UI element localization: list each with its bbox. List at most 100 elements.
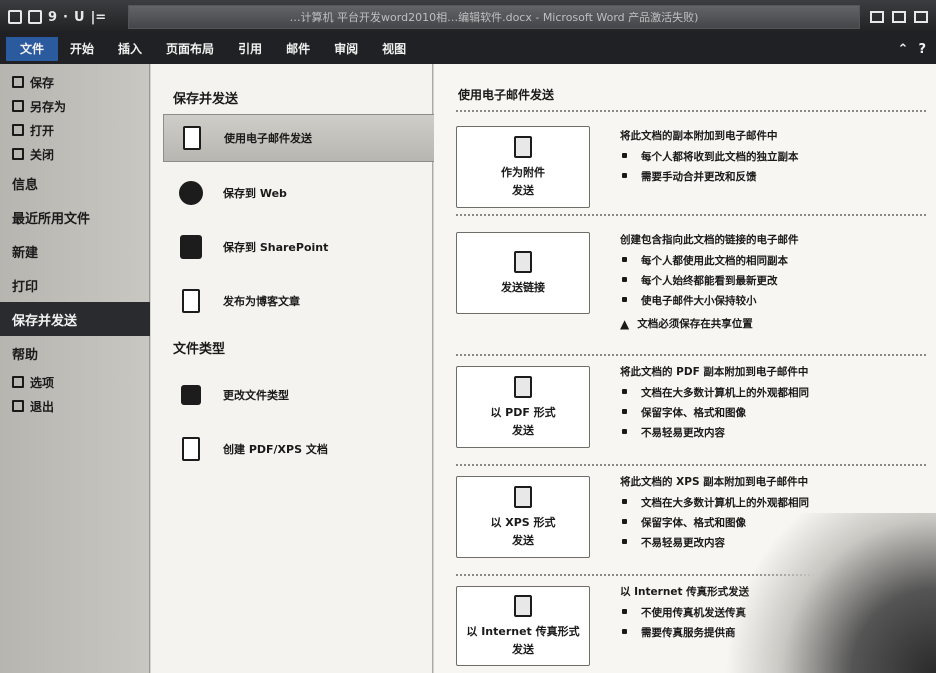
- maximize-icon[interactable]: [892, 11, 906, 23]
- tab-file[interactable]: 文件: [6, 37, 59, 61]
- send-as-fax-button[interactable]: 以 Internet 传真形式 发送: [456, 586, 590, 666]
- bullet: 保留字体、格式和图像: [622, 515, 926, 530]
- bullet: 每个人始终都能看到最新更改: [622, 273, 926, 288]
- send-option-attachment: 作为附件 发送 将此文档的副本附加到电子邮件中 每个人都将收到此文档的独立副本 …: [456, 110, 926, 208]
- redo-icon[interactable]: U: [74, 10, 85, 25]
- option-save-to-web-label: 保存到 Web: [223, 187, 287, 200]
- word-app-icon[interactable]: [8, 10, 22, 24]
- pdf-lead: 将此文档的 PDF 副本附加到电子邮件中: [620, 366, 809, 378]
- send-option-pdf: 以 PDF 形式 发送 将此文档的 PDF 副本附加到电子邮件中 文档在大多数计…: [456, 354, 926, 448]
- bullet-text: 使电子邮件大小保持较小: [641, 295, 757, 307]
- option-publish-blog[interactable]: 发布为博客文章: [151, 274, 432, 328]
- nav-save-and-send[interactable]: 保存并发送: [0, 302, 150, 336]
- section-title-file-types: 文件类型: [173, 342, 226, 357]
- help-icon[interactable]: ?: [918, 42, 926, 57]
- collapse-ribbon-icon[interactable]: ⌃: [898, 42, 909, 57]
- option-save-to-sharepoint-label: 保存到 SharePoint: [223, 241, 329, 254]
- bullet-text: 保留字体、格式和图像: [641, 517, 746, 529]
- nav-close-label: 关闭: [30, 147, 55, 162]
- send-link-button[interactable]: 发送链接: [456, 232, 590, 314]
- nav-save[interactable]: 保存: [0, 70, 149, 94]
- options-icon: [12, 376, 24, 388]
- save-icon[interactable]: [28, 10, 42, 24]
- fax-lead: 以 Internet 传真形式发送: [620, 586, 750, 598]
- pdf-description: 将此文档的 PDF 副本附加到电子邮件中 文档在大多数计算机上的外观都相同 保留…: [620, 364, 926, 445]
- separator-dot: ·: [63, 9, 68, 25]
- send-as-pdf-label-1: 以 PDF 形式: [490, 406, 556, 419]
- nav-open[interactable]: 打开: [0, 118, 149, 142]
- nav-recent[interactable]: 最近所用文件: [0, 200, 149, 234]
- bullet-text: 文档在大多数计算机上的外观都相同: [641, 387, 809, 399]
- option-send-email[interactable]: 使用电子邮件发送: [163, 114, 435, 162]
- bullet: 需要手动合并更改和反馈: [622, 169, 926, 184]
- save-as-icon: [12, 100, 24, 112]
- nav-save-as-label: 另存为: [30, 99, 67, 114]
- save-send-options-pane: 保存并发送 使用电子邮件发送 保存到 Web 保存到 SharePoint 发布…: [151, 64, 435, 673]
- nav-save-as[interactable]: 另存为: [0, 94, 149, 118]
- send-as-attachment-label-2: 发送: [512, 184, 534, 197]
- option-create-pdf-xps[interactable]: 创建 PDF/XPS 文档: [151, 422, 432, 476]
- save-icon: [12, 76, 24, 88]
- send-as-fax-label-2: 发送: [512, 643, 534, 656]
- option-save-to-web[interactable]: 保存到 Web: [151, 166, 432, 220]
- send-as-pdf-button[interactable]: 以 PDF 形式 发送: [456, 366, 590, 448]
- send-as-xps-button[interactable]: 以 XPS 形式 发送: [456, 476, 590, 558]
- customize-qat-icon[interactable]: |=: [91, 10, 107, 25]
- bullet-text: 每个人都将收到此文档的独立副本: [641, 151, 799, 163]
- nav-options-label: 选项: [30, 375, 55, 390]
- globe-icon: [177, 179, 205, 207]
- section-title-save-send: 保存并发送: [173, 92, 239, 107]
- nav-exit[interactable]: 退出: [0, 394, 149, 418]
- tab-page-layout[interactable]: 页面布局: [154, 37, 226, 61]
- send-option-link: 发送链接 创建包含指向此文档的链接的电子邮件 每个人都使用此文档的相同副本 每个…: [456, 214, 926, 331]
- bullet-text: 不易轻易更改内容: [641, 427, 725, 439]
- pdf-icon: [514, 376, 532, 398]
- option-save-to-sharepoint[interactable]: 保存到 SharePoint: [151, 220, 432, 274]
- fax-icon: [514, 595, 532, 617]
- option-change-file-type[interactable]: 更改文件类型: [151, 368, 432, 422]
- nav-print[interactable]: 打印: [0, 268, 149, 302]
- send-as-fax-label-1: 以 Internet 传真形式: [466, 625, 580, 638]
- bullet: 需要传真服务提供商: [622, 625, 926, 640]
- bullet-text: 需要传真服务提供商: [641, 627, 736, 639]
- window-title: …计算机 平台开发word2010相…编辑软件.docx - Microsoft…: [128, 5, 860, 29]
- bullet-text: 需要手动合并更改和反馈: [641, 171, 757, 183]
- tab-view[interactable]: 视图: [370, 37, 418, 61]
- warning-text: 文档必须保存在共享位置: [637, 318, 753, 330]
- nav-close[interactable]: 关闭: [0, 142, 149, 166]
- xps-description: 将此文档的 XPS 副本附加到电子邮件中 文档在大多数计算机上的外观都相同 保留…: [620, 474, 926, 555]
- nav-new[interactable]: 新建: [0, 234, 149, 268]
- tab-home[interactable]: 开始: [58, 37, 106, 61]
- send-as-attachment-button[interactable]: 作为附件 发送: [456, 126, 590, 208]
- backstage-nav: 保存 另存为 打开 关闭 信息 最近所用文件 新建 打印 保存并发送 帮助 选项…: [0, 64, 150, 673]
- attachment-description: 将此文档的副本附加到电子邮件中 每个人都将收到此文档的独立副本 需要手动合并更改…: [620, 128, 926, 189]
- ribbon-tabs: 文件 开始 插入 页面布局 引用 邮件 审阅 视图 ⌃ ?: [0, 34, 936, 64]
- tab-review[interactable]: 审阅: [322, 37, 370, 61]
- bullet-text: 保留字体、格式和图像: [641, 407, 746, 419]
- nav-open-label: 打开: [30, 123, 55, 138]
- title-bar: 9 · U |= …计算机 平台开发word2010相…编辑软件.docx - …: [0, 0, 936, 34]
- bullet-text: 每个人始终都能看到最新更改: [641, 275, 778, 287]
- close-icon[interactable]: [914, 11, 928, 23]
- undo-icon[interactable]: 9: [48, 10, 57, 25]
- attachment-lead: 将此文档的副本附加到电子邮件中: [620, 130, 778, 142]
- bullet: 不使用传真机发送传真: [622, 605, 926, 620]
- tab-insert[interactable]: 插入: [106, 37, 154, 61]
- ribbon-right-controls: ⌃ ?: [898, 42, 936, 57]
- option-publish-blog-label: 发布为博客文章: [223, 295, 300, 308]
- bullet-text: 不易轻易更改内容: [641, 537, 725, 549]
- pdf-document-icon: [177, 435, 205, 463]
- nav-options[interactable]: 选项: [0, 370, 149, 394]
- nav-help[interactable]: 帮助: [0, 336, 149, 370]
- minimize-icon[interactable]: [870, 11, 884, 23]
- nav-info[interactable]: 信息: [0, 166, 149, 200]
- bullet-text: 不使用传真机发送传真: [641, 607, 746, 619]
- bullet: 不易轻易更改内容: [622, 535, 926, 550]
- shared-location-warning: ▲ 文档必须保存在共享位置: [620, 316, 926, 331]
- email-icon: [178, 124, 206, 152]
- send-email-title: 使用电子邮件发送: [458, 88, 555, 102]
- send-email-details-pane: 使用电子邮件发送 作为附件 发送 将此文档的副本附加到电子邮件中 每个人都将收到…: [434, 64, 936, 673]
- tab-references[interactable]: 引用: [226, 37, 274, 61]
- tab-mailings[interactable]: 邮件: [274, 37, 322, 61]
- bullet: 每个人都使用此文档的相同副本: [622, 253, 926, 268]
